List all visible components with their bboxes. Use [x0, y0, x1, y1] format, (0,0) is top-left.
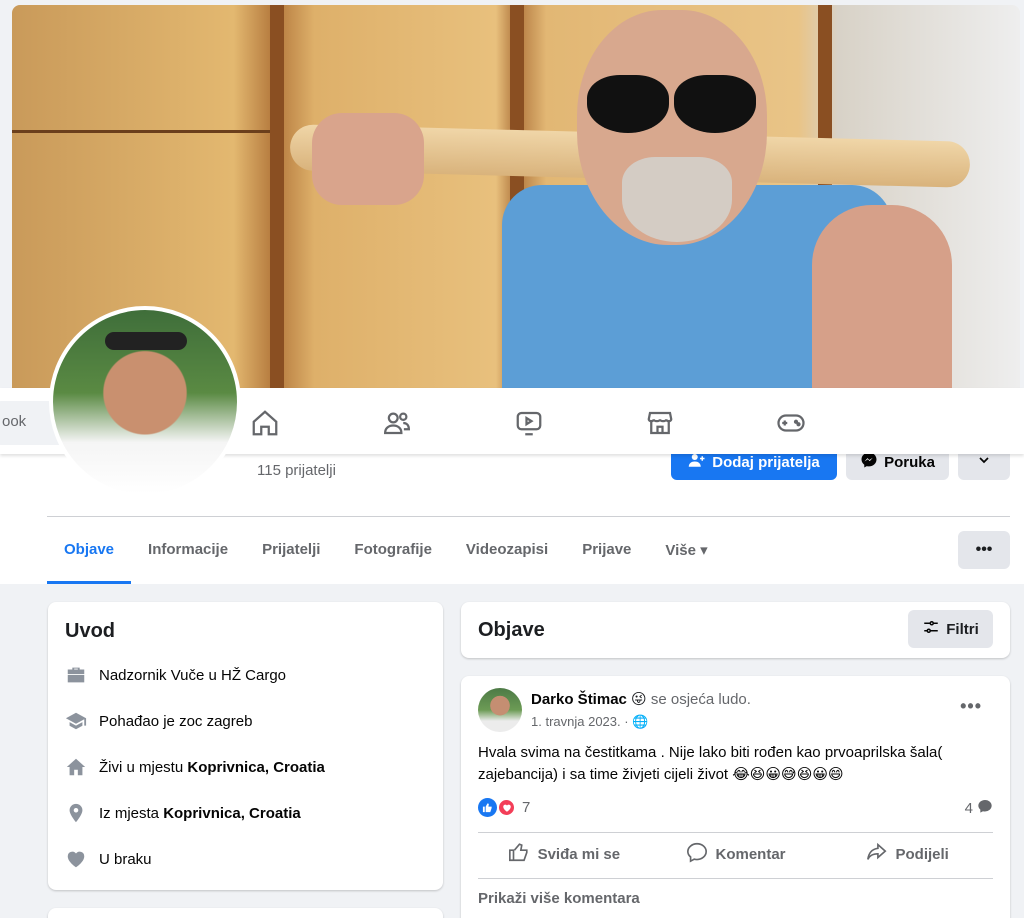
- header-divider: [47, 516, 1010, 517]
- profile-tabs: Objave Informacije Prijatelji Fotografij…: [47, 534, 725, 584]
- view-more-comments-link[interactable]: Prikaži više komentara: [478, 890, 640, 907]
- intro-item-hometown[interactable]: Iz mjesta Koprivnica, Croatia: [65, 802, 301, 824]
- post-divider: [478, 832, 993, 833]
- profile-avatar[interactable]: [49, 306, 241, 498]
- location-pin-icon: [65, 802, 87, 824]
- tab-more[interactable]: Više ▾: [648, 534, 724, 584]
- post-menu-button[interactable]: •••: [960, 696, 982, 717]
- briefcase-icon: [65, 664, 87, 686]
- feeling-emoji: 😜: [631, 691, 647, 708]
- intro-title: Uvod: [65, 620, 115, 642]
- profile-page: ook 115 prijatelji Dodaj prijatelja Poru…: [0, 0, 1024, 918]
- tab-posts[interactable]: Objave: [47, 534, 132, 584]
- friends-count[interactable]: 115 prijatelji: [257, 462, 336, 479]
- like-button[interactable]: Sviđa mi se: [478, 834, 650, 874]
- cover-detail: [270, 5, 284, 388]
- posts-title: Objave: [478, 619, 545, 641]
- comment-label: Komentar: [715, 845, 786, 863]
- photos-card: [48, 908, 443, 918]
- comments-count-value: 4: [964, 799, 973, 817]
- cover-detail: [12, 130, 272, 133]
- post-card: Darko Štimac 😜 se osjeća ludo. 1. travnj…: [461, 676, 1010, 918]
- chevron-down-icon: [976, 452, 992, 472]
- intro-item-label: Pohađao je zoc zagreb: [99, 712, 253, 730]
- post-author-name[interactable]: Darko Štimac: [531, 691, 627, 708]
- comment-icon: [686, 841, 708, 867]
- post-header: Darko Štimac 😜 se osjeća ludo.: [531, 690, 751, 708]
- messenger-icon: [860, 451, 878, 473]
- sliders-icon: [922, 618, 940, 640]
- tabs-more-button[interactable]: •••: [958, 531, 1010, 569]
- intro-item-label: U braku: [99, 850, 152, 868]
- cover-subject: [482, 5, 952, 388]
- add-friend-icon: [688, 451, 706, 473]
- heart-icon: [65, 848, 87, 870]
- home-icon[interactable]: [250, 408, 280, 438]
- intro-item-work[interactable]: Nadzornik Vuče u HŽ Cargo: [65, 664, 286, 686]
- intro-item-label: Iz mjesta Koprivnica, Croatia: [99, 804, 301, 822]
- tab-videos[interactable]: Videozapisi: [449, 534, 565, 584]
- watch-icon[interactable]: [514, 408, 544, 438]
- intro-item-education[interactable]: Pohađao je zoc zagreb: [65, 710, 252, 732]
- intro-card: Uvod Nadzornik Vuče u HŽ Cargo Pohađao j…: [48, 602, 443, 890]
- posts-header-card: Objave Filtri: [461, 602, 1010, 658]
- post-body: Hvala svima na čestitkama . Nije lako bi…: [478, 744, 943, 783]
- share-button[interactable]: Podijeli: [821, 834, 993, 874]
- intro-item-label: Živi u mjestu Koprivnica, Croatia: [99, 758, 325, 776]
- post-feeling: se osjeća ludo.: [650, 691, 751, 708]
- cover-detail: [312, 113, 424, 205]
- gaming-icon[interactable]: [776, 408, 806, 438]
- filters-label: Filtri: [946, 620, 979, 638]
- intro-item-label: Nadzornik Vuče u HŽ Cargo: [99, 666, 287, 684]
- tab-photos[interactable]: Fotografije: [337, 534, 449, 584]
- comment-bubble-icon: [977, 798, 993, 818]
- intro-item-lives-in[interactable]: Živi u mjestu Koprivnica, Croatia: [65, 756, 325, 778]
- comment-button[interactable]: Komentar: [650, 834, 822, 874]
- tab-about[interactable]: Informacije: [131, 534, 245, 584]
- add-friend-label: Dodaj prijatelja: [712, 453, 820, 471]
- intro-item-relationship[interactable]: U braku: [65, 848, 152, 870]
- marketplace-icon[interactable]: [645, 408, 675, 438]
- love-reaction-icon: [497, 798, 516, 817]
- graduation-cap-icon: [65, 710, 87, 732]
- tab-checkins[interactable]: Prijave: [565, 534, 648, 584]
- share-label: Podijeli: [895, 845, 949, 863]
- post-actions: Sviđa mi se Komentar Podijeli: [478, 834, 993, 874]
- post-author-avatar[interactable]: [478, 688, 522, 732]
- comments-count[interactable]: 4: [965, 798, 993, 818]
- like-label: Sviđa mi se: [537, 845, 621, 863]
- thumbs-up-icon: [508, 841, 530, 867]
- house-icon: [65, 756, 87, 778]
- post-timestamp[interactable]: 1. travnja 2023. · 🌐: [531, 714, 648, 730]
- post-divider: [478, 878, 993, 879]
- filters-button[interactable]: Filtri: [908, 610, 993, 648]
- reaction-summary[interactable]: 7: [478, 798, 530, 817]
- share-icon: [866, 841, 888, 867]
- friends-icon[interactable]: [382, 408, 412, 438]
- tab-friends[interactable]: Prijatelji: [245, 534, 337, 584]
- reactions-count: 7: [522, 799, 531, 816]
- like-reaction-icon: [478, 798, 497, 817]
- message-label: Poruka: [884, 453, 935, 471]
